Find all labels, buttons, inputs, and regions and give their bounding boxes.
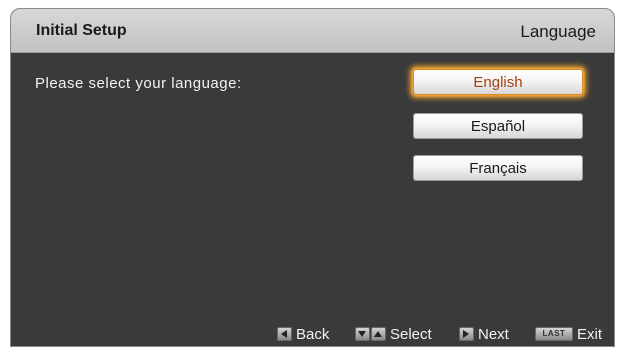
- exit-hint[interactable]: LAST Exit: [535, 326, 602, 343]
- up-arrow-key-icon: [371, 327, 386, 342]
- select-label: Select: [390, 326, 432, 343]
- back-label: Back: [296, 326, 330, 343]
- exit-label: Exit: [577, 326, 603, 343]
- language-option-francais[interactable]: Français: [413, 155, 583, 181]
- header-bar: Initial Setup Language: [11, 9, 614, 53]
- setup-panel: Initial Setup Language Please select you…: [10, 8, 615, 347]
- back-hint[interactable]: Back: [277, 326, 329, 343]
- right-arrow-key-icon: [459, 327, 474, 342]
- down-arrow-key-icon: [355, 327, 370, 342]
- next-label: Next: [478, 326, 509, 343]
- select-hint[interactable]: Select: [355, 326, 432, 343]
- left-arrow-key-icon: [277, 327, 292, 342]
- page-title: Initial Setup: [36, 22, 127, 39]
- language-prompt: Please select your language:: [35, 75, 242, 92]
- footer-hints: Back Select Next LAST Exit: [11, 322, 614, 346]
- next-hint[interactable]: Next: [459, 326, 509, 343]
- last-key-icon: LAST: [535, 327, 573, 342]
- language-option-espanol[interactable]: Español: [413, 113, 583, 139]
- language-option-english[interactable]: English: [413, 69, 583, 95]
- section-title: Language: [520, 22, 596, 41]
